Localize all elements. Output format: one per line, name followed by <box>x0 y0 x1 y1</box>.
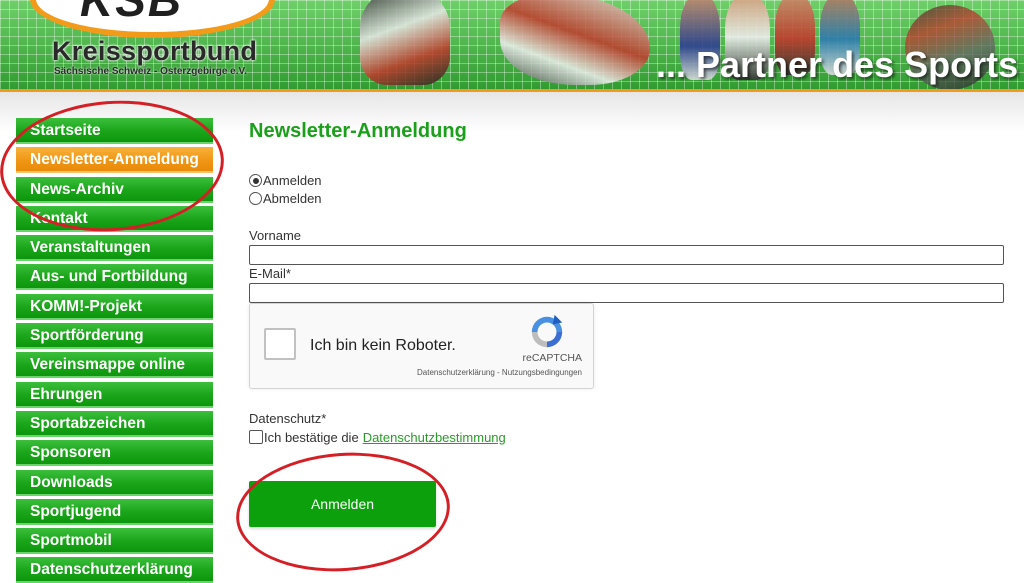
radio-anmelden-label: Anmelden <box>263 173 322 188</box>
sidebar-item-newsletter-anmeldung[interactable]: Newsletter-Anmeldung <box>16 147 213 174</box>
logo-mark: KSB <box>80 0 240 20</box>
site-header: KSB Kreissportbund Sächsische Schweiz - … <box>0 0 1024 92</box>
recaptcha-logo-icon <box>531 314 563 348</box>
sidebar-nav: Startseite Newsletter-Anmeldung News-Arc… <box>16 118 213 583</box>
sidebar-item-datenschutzerklaerung[interactable]: Datenschutzerklärung <box>16 557 213 583</box>
privacy-checkbox-text: Ich bestätige die <box>264 429 359 445</box>
email-field[interactable] <box>249 283 1004 303</box>
radio-abmelden-label: Abmelden <box>263 191 322 206</box>
vorname-label: Vorname <box>249 228 302 243</box>
privacy-checkbox[interactable] <box>249 430 263 444</box>
header-slogan: ... Partner des Sports <box>656 44 1019 85</box>
sidebar-item-sportjugend[interactable]: Sportjugend <box>16 498 213 525</box>
sidebar-item-aus-und-fortbildung[interactable]: Aus- und Fortbildung <box>16 264 213 291</box>
logo-title: Kreissportbund <box>52 36 258 66</box>
privacy-label: Datenschutz* <box>249 411 327 426</box>
radio-anmelden[interactable] <box>249 174 262 187</box>
privacy-consent-row: Ich bestätige die Datenschutzbestimmung <box>249 428 506 446</box>
sidebar-item-sportmobil[interactable]: Sportmobil <box>16 528 213 555</box>
privacy-policy-link[interactable]: Datenschutzbestimmung <box>363 430 506 445</box>
vorname-field[interactable] <box>249 245 1004 265</box>
sidebar-item-komm-projekt[interactable]: KOMM!-Projekt <box>16 293 213 320</box>
page-title: Newsletter-Anmeldung <box>249 120 467 142</box>
radio-abmelden-row[interactable]: Abmelden <box>249 190 322 207</box>
sidebar-item-news-archiv[interactable]: News-Archiv <box>16 176 213 203</box>
sidebar-item-sponsoren[interactable]: Sponsoren <box>16 440 213 467</box>
site-logo[interactable]: KSB Kreissportbund Sächsische Schweiz - … <box>0 0 300 89</box>
sidebar-item-downloads[interactable]: Downloads <box>16 469 213 496</box>
sidebar-item-ehrungen[interactable]: Ehrungen <box>16 381 213 408</box>
recaptcha-widget: Ich bin kein Roboter. reCAPTCHA Datensch… <box>249 303 594 389</box>
sidebar-item-sportfoerderung[interactable]: Sportförderung <box>16 323 213 350</box>
sidebar-item-veranstaltungen[interactable]: Veranstaltungen <box>16 235 213 262</box>
radio-abmelden[interactable] <box>249 192 262 205</box>
sidebar-item-startseite[interactable]: Startseite <box>16 118 213 144</box>
radio-anmelden-row[interactable]: Anmelden <box>249 172 322 189</box>
sidebar-item-vereinsmappe-online[interactable]: Vereinsmappe online <box>16 352 213 379</box>
submit-button[interactable]: Anmelden <box>249 481 436 527</box>
recaptcha-terms-links[interactable]: Datenschutzerklärung - Nutzungsbedingung… <box>250 368 582 377</box>
email-label: E-Mail* <box>249 266 291 281</box>
recaptcha-brand: reCAPTCHA <box>522 352 582 364</box>
logo-subtitle: Sächsische Schweiz - Osterzgebirge e.V. <box>54 66 248 77</box>
sidebar-item-kontakt[interactable]: Kontakt <box>16 205 213 232</box>
sidebar-item-sportabzeichen[interactable]: Sportabzeichen <box>16 410 213 437</box>
